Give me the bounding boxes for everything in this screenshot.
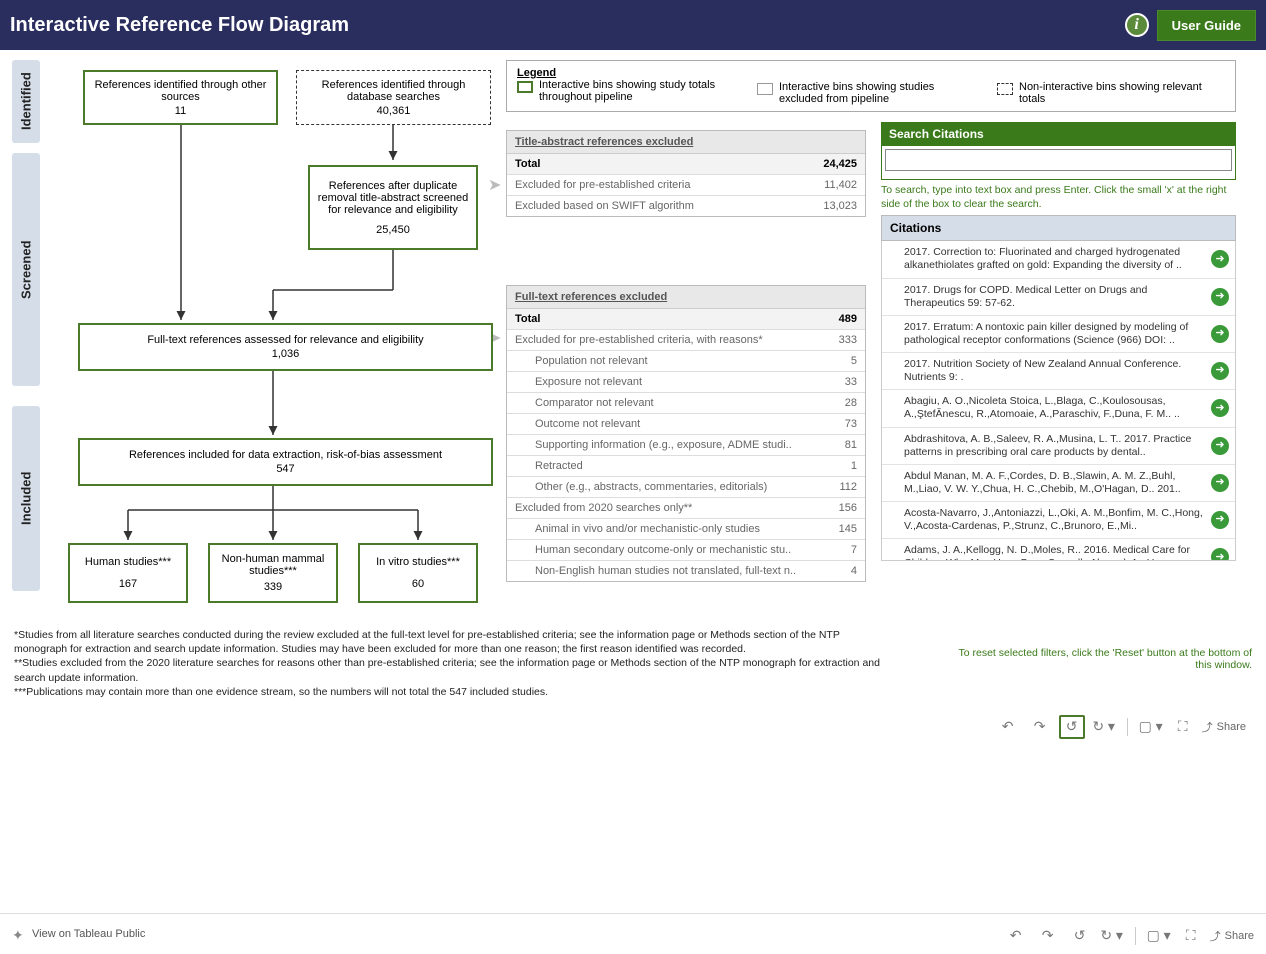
bin-included[interactable]: References included for data extraction,… [78,438,493,486]
table-row[interactable]: Excluded for pre-established criteria, w… [507,330,865,351]
tableau-logo-icon [12,927,26,941]
reset-hint: To reset selected filters, click the 'Re… [926,647,1266,671]
table-row[interactable]: Total489 [507,309,865,330]
table-row[interactable]: Non-English human studies not translated… [507,561,865,581]
bin-full-text[interactable]: Full-text references assessed for releva… [78,323,493,371]
table-row[interactable]: Exposure not relevant33 [507,372,865,393]
table-title-abstract-excluded[interactable]: Title-abstract references excluded Total… [506,130,866,217]
footnotes: *Studies from all literature searches co… [0,620,900,707]
open-link-icon[interactable]: ➜ [1211,511,1229,529]
citation-row[interactable]: 2017. Correction to: Fluorinated and cha… [882,241,1235,278]
table-row[interactable]: Excluded from 2020 searches only**156 [507,498,865,519]
user-guide-button[interactable]: User Guide [1157,10,1256,41]
citation-row[interactable]: 2017. Drugs for COPD. Medical Letter on … [882,279,1235,316]
table-row[interactable]: Comparator not relevant28 [507,393,865,414]
legend-swatch-green [517,81,533,93]
stage-included: Included [12,406,40,591]
bottom-toolbar: View on Tableau Public ↶ ↷ ↺ ↻ ▾ ▢ ▾ ⛶ ⤴… [0,913,1266,954]
device-icon[interactable]: ▢ ▾ [1146,924,1172,948]
citation-row[interactable]: 2017. Erratum: A nontoxic pain killer de… [882,316,1235,353]
table-row[interactable]: Supporting information (e.g., exposure, … [507,435,865,456]
inner-toolbar: ↶ ↷ ↺ ↻ ▾ ▢ ▾ ⛶ ⤴ Share [0,711,1256,743]
open-link-icon[interactable]: ➜ [1211,362,1229,380]
open-link-icon[interactable]: ➜ [1211,325,1229,343]
legend-swatch-gray [757,83,773,95]
bin-other-sources[interactable]: References identified through other sour… [83,70,278,125]
stage-identified: Identified [12,60,40,143]
share-button[interactable]: ⤴ Share [1202,719,1246,735]
open-link-icon[interactable]: ➜ [1211,250,1229,268]
search-header: Search Citations [881,122,1236,146]
redo-icon[interactable]: ↷ [1027,715,1053,739]
table-row[interactable]: Population not relevant5 [507,351,865,372]
open-link-icon[interactable]: ➜ [1211,474,1229,492]
bin-after-dup[interactable]: References after duplicate removal title… [308,165,478,250]
citation-row[interactable]: 2017. Nutrition Society of New Zealand A… [882,353,1235,390]
fullscreen-icon[interactable]: ⛶ [1178,924,1204,948]
bin-db-searches: References identified through database s… [296,70,491,125]
open-link-icon[interactable]: ➜ [1211,399,1229,417]
share-button[interactable]: ⤴ Share [1210,928,1254,944]
header: Interactive Reference Flow Diagram i Use… [0,0,1266,50]
open-link-icon[interactable]: ➜ [1211,437,1229,455]
stage-labels: Identified Screened Included [12,60,40,620]
table-row[interactable]: Retracted1 [507,456,865,477]
table-row[interactable]: Outcome not relevant73 [507,414,865,435]
citation-row[interactable]: Abdrashitova, A. B.,Saleev, R. A.,Musina… [882,428,1235,465]
undo-icon[interactable]: ↶ [995,715,1021,739]
device-icon[interactable]: ▢ ▾ [1138,715,1164,739]
citations-list[interactable]: 2017. Correction to: Fluorinated and cha… [881,241,1236,561]
open-link-icon[interactable]: ➜ [1211,548,1229,561]
fullscreen-icon[interactable]: ⛶ [1170,715,1196,739]
forward-icon[interactable]: ↻ ▾ [1091,715,1117,739]
undo-icon[interactable]: ↶ [1003,924,1029,948]
legend: Legend Interactive bins showing study to… [506,60,1236,112]
citation-row[interactable]: Adams, J. A.,Kellogg, N. D.,Moles, R.. 2… [882,539,1235,561]
page-title: Interactive Reference Flow Diagram [10,14,349,37]
forward-icon[interactable]: ↻ ▾ [1099,924,1125,948]
bin-human[interactable]: Human studies*** 167 [68,543,188,603]
info-button[interactable]: i [1125,13,1149,37]
table-row[interactable]: Human secondary outcome-only or mechanis… [507,540,865,561]
table-full-text-excluded[interactable]: Full-text references excluded Total489Ex… [506,285,866,582]
tableau-public-link[interactable]: View on Tableau Public [12,927,145,941]
table-row[interactable]: Excluded for pre-established criteria11,… [507,175,865,196]
table-row[interactable]: Other (e.g., abstracts, commentaries, ed… [507,477,865,498]
table-row[interactable]: Animal in vivo and/or mechanistic-only s… [507,519,865,540]
open-link-icon[interactable]: ➜ [1211,288,1229,306]
table-row[interactable]: Total24,425 [507,154,865,175]
reset-icon[interactable]: ↺ [1067,924,1093,948]
reset-icon[interactable]: ↺ [1059,715,1085,739]
redo-icon[interactable]: ↷ [1035,924,1061,948]
bin-invitro[interactable]: In vitro studies*** 60 [358,543,478,603]
table-row[interactable]: Excluded based on SWIFT algorithm13,023 [507,196,865,216]
citation-row[interactable]: Acosta-Navarro, J.,Antoniazzi, L.,Oki, A… [882,502,1235,539]
legend-swatch-dashed [997,83,1013,95]
arrow-icon: ➤ [488,175,501,195]
flow-diagram: ➤ ➤ References identified through other … [48,60,498,620]
search-hint: To search, type into text box and press … [881,180,1236,215]
citation-row[interactable]: Abdul Manan, M. A. F.,Cordes, D. B.,Slaw… [882,465,1235,502]
bin-nonhuman[interactable]: Non-human mammal studies*** 339 [208,543,338,603]
citations-header: Citations [881,215,1236,241]
citation-row[interactable]: Abagiu, A. O.,Nicoleta Stoica, L.,Blaga,… [882,390,1235,427]
stage-screened: Screened [12,153,40,386]
search-input[interactable] [885,149,1232,171]
